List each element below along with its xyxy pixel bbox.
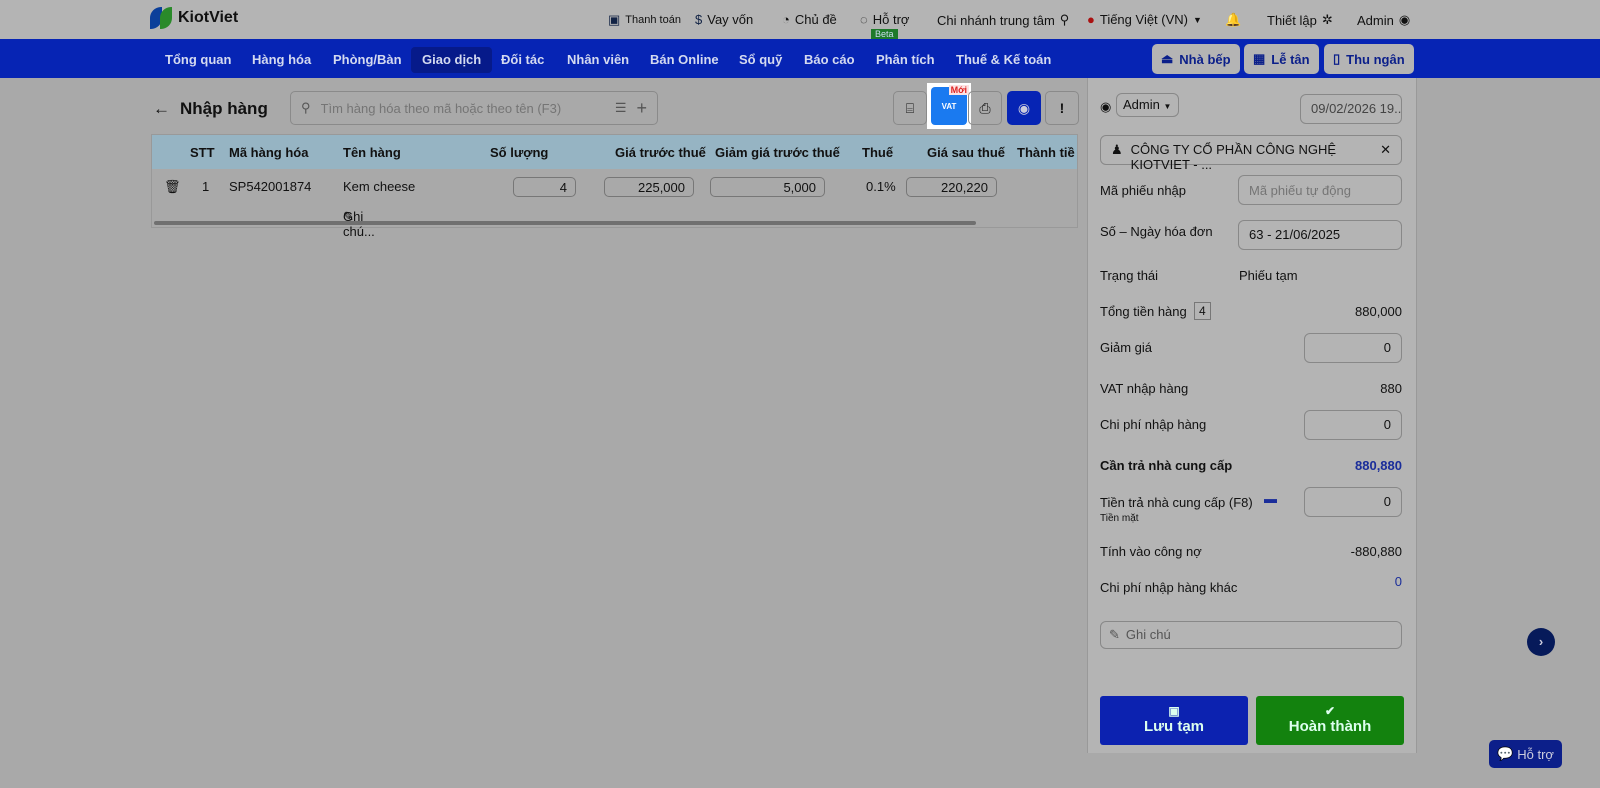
nav-so-quy[interactable]: Sổ quỹ (728, 47, 793, 73)
nav-phong-ban[interactable]: Phòng/Bàn (322, 47, 413, 73)
staff-select[interactable]: Admin ▼ (1116, 93, 1179, 117)
payment-icon: ▣ (608, 12, 621, 27)
receipt-code-input[interactable] (1238, 175, 1402, 205)
print-button[interactable]: ⎙ (968, 91, 1002, 125)
product-table: STT Mã hàng hóa Tên hàng Số lượng Giá tr… (151, 134, 1078, 239)
nav-hang-hoa[interactable]: Hàng hóa (241, 47, 322, 73)
list-icon[interactable]: ☰ (615, 100, 627, 116)
receipt-panel: ◉ Admin ▼ 09/02/2026 19... ♟ CÔNG TY CỔ P… (1087, 78, 1417, 753)
horizontal-scrollbar[interactable] (154, 221, 976, 225)
page-header: ← Nhập hàng (153, 99, 268, 119)
new-badge: Mới (948, 85, 969, 95)
vat-invoice-button[interactable]: VAT Mới (927, 83, 971, 129)
kitchen-bell-icon: ⏏ (1161, 51, 1174, 66)
paid-amount-input[interactable]: 0 (1304, 487, 1402, 517)
kitchen-button[interactable]: ⏏ Nhà bếp (1152, 44, 1240, 74)
reception-button[interactable]: ▦ Lễ tân (1244, 44, 1319, 74)
language-selector[interactable]: ● Tiếng Việt (VN) ▼ (1087, 12, 1202, 27)
staff-icon: ◉ (1100, 99, 1112, 114)
user-icon: ◉ (1398, 12, 1411, 27)
gear-icon: ✲ (1321, 12, 1333, 27)
nav-nhan-vien[interactable]: Nhân viên (556, 47, 640, 73)
nav-thue-ke-toan[interactable]: Thuế & Kế toán (945, 47, 1062, 73)
money-bag-icon: $ (695, 12, 703, 27)
nav-bao-cao[interactable]: Báo cáo (793, 47, 866, 73)
nav-tong-quan[interactable]: Tổng quan (154, 47, 242, 73)
logo[interactable]: KiotViet (150, 7, 238, 29)
product-search[interactable]: ⚲ ☰ + (290, 91, 658, 125)
save-icon: ▣ (1168, 704, 1180, 718)
barcode-button[interactable]: ⌸ (893, 91, 927, 125)
theme-link[interactable]: ◔ Chủ đề (782, 12, 837, 27)
search-input[interactable] (320, 100, 605, 116)
view-button[interactable]: ◉ (1007, 91, 1041, 125)
nav-ban-online[interactable]: Bán Online (639, 47, 730, 73)
table-header: STT Mã hàng hóa Tên hàng Số lượng Giá tr… (152, 135, 1077, 169)
search-icon: ⚲ (301, 100, 311, 115)
support-link[interactable]: ◌ Hỗ trợ (860, 12, 909, 27)
other-cost-link[interactable]: 0 (1395, 574, 1402, 589)
loan-link[interactable]: $ Vay vốn (695, 12, 753, 27)
branch-selector[interactable]: Chi nhánh trung tâm ⚲ (937, 12, 1069, 28)
chevron-right-icon: › (1538, 634, 1544, 649)
check-icon: ✔ (1324, 704, 1336, 718)
pencil-icon: ✎ (1109, 627, 1120, 642)
nav-phan-tich[interactable]: Phân tích (865, 47, 946, 73)
quantity-input[interactable]: 4 (513, 177, 576, 197)
top-bar: KiotViet ▣ Thanh toán $ Vay vốn ◔ Chủ đề ◌ H… (0, 0, 1600, 39)
chat-icon: ◌ (860, 12, 868, 27)
cashier-button[interactable]: ▯ Thu ngân (1324, 44, 1414, 74)
import-cost-input[interactable]: 0 (1304, 410, 1402, 440)
note-input[interactable]: ✎ Ghi chú (1100, 621, 1402, 649)
price-input[interactable]: 225,000 (604, 177, 694, 197)
printer-icon: ⎙ (979, 99, 991, 116)
caret-down-icon: ▼ (1163, 102, 1172, 111)
invoice-input[interactable]: 63 - 21/06/2025 (1238, 220, 1402, 250)
plus-icon[interactable]: + (636, 98, 647, 119)
table-row: 🗑 1 SP542001874 Kem cheese Ghi chú... ✎ 4… (152, 169, 1077, 239)
after-tax-price-input[interactable]: 220,220 (906, 177, 997, 197)
supplier-field[interactable]: ♟ CÔNG TY CỔ PHẦN CÔNG NGHỆ KIOTVIET - ..… (1100, 135, 1402, 172)
eye-icon: ◉ (1017, 99, 1031, 116)
document-icon: ▯ (1333, 51, 1341, 66)
discount-input[interactable]: 0 (1304, 333, 1402, 363)
settings-link[interactable]: Thiết lập ✲ (1267, 12, 1333, 28)
card-icon[interactable]: ▬ (1264, 491, 1277, 506)
close-icon[interactable]: ✕ (1380, 142, 1391, 158)
user-menu[interactable]: Admin ◉ (1357, 12, 1410, 28)
expand-chevron-button[interactable]: › (1527, 628, 1555, 656)
calendar-icon: ▦ (1253, 51, 1266, 66)
exclamation-icon: ! (1059, 100, 1065, 116)
payment-link[interactable]: ▣ Thanh toán (608, 12, 681, 28)
logo-icon (150, 7, 172, 29)
page-title: Nhập hàng (180, 99, 268, 118)
trash-icon[interactable]: 🗑 (164, 179, 181, 195)
chat-bubble-icon: 💬 (1497, 746, 1514, 761)
save-draft-button[interactable]: ▣ Lưu tạm (1100, 696, 1248, 745)
vietnam-flag-icon: ● (1087, 12, 1095, 27)
datetime-input[interactable]: 09/02/2026 19... (1300, 94, 1402, 124)
nav-giao-dich[interactable]: Giao dịch (411, 47, 493, 73)
help-button[interactable]: 💬 Hỗ trợ (1489, 740, 1562, 768)
nav-doi-tac[interactable]: Đối tác (490, 47, 555, 73)
vat-document-icon: VAT (941, 101, 957, 111)
item-count-badge: 4 (1194, 302, 1211, 320)
beta-badge: Beta (871, 29, 898, 39)
barcode-scanner-icon: ⌸ (905, 99, 915, 116)
palette-icon: ◔ (782, 12, 790, 27)
location-pin-icon: ⚲ (1059, 12, 1070, 27)
bell-icon[interactable]: 🔔 (1225, 12, 1241, 28)
main-nav: Tổng quan Hàng hóa Phòng/Bàn Giao dịch Đ… (0, 39, 1600, 78)
warning-button[interactable]: ! (1045, 91, 1079, 125)
complete-button[interactable]: ✔ Hoàn thành (1256, 696, 1404, 745)
discount-input[interactable]: 5,000 (710, 177, 825, 197)
person-icon: ♟ (1111, 142, 1123, 157)
caret-down-icon: ▼ (1193, 14, 1202, 25)
back-arrow-icon[interactable]: ← (153, 99, 170, 119)
